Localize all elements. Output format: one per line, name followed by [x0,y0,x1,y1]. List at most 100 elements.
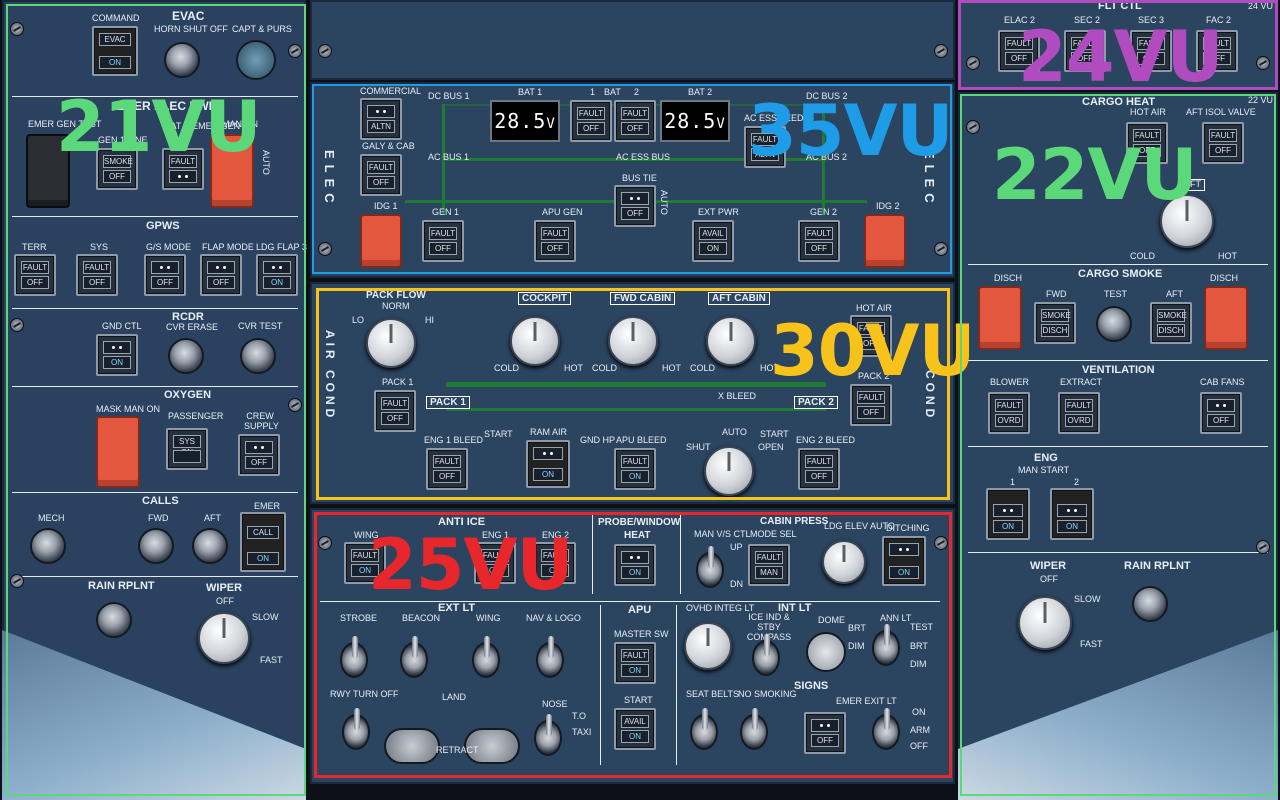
bat1-top: FAULT [577,107,605,120]
ann-lt-switch[interactable] [872,624,900,666]
terr-bot: OFF [21,276,49,289]
land-left-switch[interactable] [384,728,440,764]
apu-gen-button[interactable]: FAULT OFF [534,220,576,262]
nav-logo-switch[interactable] [536,636,564,678]
wiper-selector-knob[interactable] [198,612,250,664]
screw [1256,56,1270,70]
eng1-bleed-button[interactable]: FAULT OFF [426,448,468,490]
no-smoking-switch[interactable] [740,708,768,750]
ditching-button[interactable]: ON [882,536,926,586]
idg2-guard[interactable] [864,214,906,268]
fwd-call-button[interactable] [138,528,174,564]
seat-belts-switch[interactable] [690,708,718,750]
aftisol-bot: OFF [1209,144,1237,157]
dc-bus1-label: DC BUS 1 [428,91,470,101]
bus-tie-button[interactable]: OFF [614,185,656,227]
bus-tie-auto: AUTO [659,190,669,215]
cvr-erase-button[interactable] [168,338,204,374]
bat1-button[interactable]: FAULT OFF [570,100,612,142]
apu-start-button[interactable]: AVAIL ON [614,708,656,750]
fwd-cabin-temp-knob[interactable] [608,316,658,366]
dome-selector[interactable] [806,632,846,672]
emer-exit-lt-switch[interactable] [872,708,900,750]
gnd-ctl-button[interactable]: ON [96,334,138,376]
gs-mode-button[interactable]: OFF [144,254,186,296]
idg1-guard[interactable] [360,214,402,268]
blower-button[interactable]: FAULT OVRD [988,392,1030,434]
cvr-test-button[interactable] [240,338,276,374]
probe-window-heat-button[interactable]: ON [614,544,656,586]
fwd-hot: HOT [662,363,681,373]
horn-shutoff-button[interactable] [164,42,200,78]
pack-flow-knob[interactable] [366,318,416,368]
right-rain-rplnt-button[interactable] [1132,586,1168,622]
eng1bleed-top: FAULT [433,455,461,468]
ldg-elev-knob[interactable] [822,540,866,584]
man-vs-ctl-switch[interactable] [696,546,724,588]
strobe-switch[interactable] [340,636,368,678]
apu-bleed-button[interactable]: FAULT ON [614,448,656,490]
screw [966,56,980,70]
pack1-top: FAULT [381,397,409,410]
aft-disch-guard[interactable] [1204,286,1248,350]
extract-label: EXTRACT [1060,377,1103,387]
gen2-button[interactable]: FAULT OFF [798,220,840,262]
rain-rplnt-button[interactable] [96,602,132,638]
gs-top [151,261,179,274]
ovhd-integ-lt-knob[interactable] [684,622,732,670]
fwd-smoke-button[interactable]: SMOKE DISCH [1034,302,1076,344]
man-start-2-button[interactable]: ON [1050,488,1094,540]
crew-supply-button[interactable]: OFF [238,434,280,476]
eng2-bleed-button[interactable]: FAULT OFF [798,448,840,490]
emer-exit-lt-button[interactable]: OFF [804,712,846,754]
cargo-smoke-test-button[interactable] [1096,306,1132,342]
strobe-label: STROBE [340,613,378,623]
x-bleed-knob[interactable] [704,446,754,496]
gen1-button[interactable]: FAULT OFF [422,220,464,262]
pax-top: SYS ON [173,435,201,457]
wing-lt-switch[interactable] [472,636,500,678]
pack1-bot: OFF [381,412,409,425]
aft-isol-valve-label: AFT ISOL VALVE [1186,107,1256,117]
right-wiper-knob[interactable] [1018,596,1072,650]
evac-btn-top: EVAC [99,33,131,46]
cab-fans-button[interactable]: OFF [1200,392,1242,434]
emer-call-button[interactable]: CALL ON [240,512,286,572]
rwy-turnoff-switch[interactable] [342,708,370,750]
galy-cab-button[interactable]: FAULT OFF [360,154,402,196]
cockpit-temp-knob[interactable] [510,316,560,366]
flap-mode-button[interactable]: OFF [200,254,242,296]
fwd-disch-guard[interactable] [978,286,1022,350]
mask-man-on-guard[interactable] [96,416,140,488]
bat2-button[interactable]: FAULT OFF [614,100,656,142]
bus-tie-label: BUS TIE [622,173,657,183]
ldg-flap-button[interactable]: ON [256,254,298,296]
mech-call-button[interactable] [30,528,66,564]
passenger-sys-on-button[interactable]: SYS ON [166,428,208,470]
terr-button[interactable]: FAULT OFF [14,254,56,296]
label-21vu: 21VU [56,86,261,168]
ice-ind-switch[interactable] [752,634,780,676]
beacon-switch[interactable] [400,636,428,678]
ext-pwr-button[interactable]: AVAIL ON [692,220,734,262]
aft-smoke-button[interactable]: SMOKE DISCH [1150,302,1192,344]
man-start-1-button[interactable]: ON [986,488,1030,540]
pack-flow-norm: NORM [382,301,410,311]
ram-air-button[interactable]: ON [526,440,570,488]
pack-flow-label: PACK FLOW [366,290,426,301]
bat2-voltage: 28.5 [664,109,717,133]
aft-call-button[interactable] [192,528,228,564]
capt-purs-selector[interactable] [236,40,276,80]
sys-button[interactable]: FAULT OFF [76,254,118,296]
mode-sel-button[interactable]: FAULT MAN [748,544,790,586]
apustart-bot: ON [621,730,649,743]
pack1-button[interactable]: FAULT OFF [374,390,416,432]
apu-master-sw-button[interactable]: FAULT ON [614,642,656,684]
nose-switch[interactable] [534,714,562,756]
commercial-button[interactable]: ALTN [360,98,402,140]
fwdsmoke-bot: DISCH [1041,324,1069,337]
evac-command-button[interactable]: EVAC ON [92,26,138,76]
aft-isol-valve-button[interactable]: FAULT OFF [1202,122,1244,164]
extract-button[interactable]: FAULT OVRD [1058,392,1100,434]
aft-cabin-temp-knob[interactable] [706,316,756,366]
